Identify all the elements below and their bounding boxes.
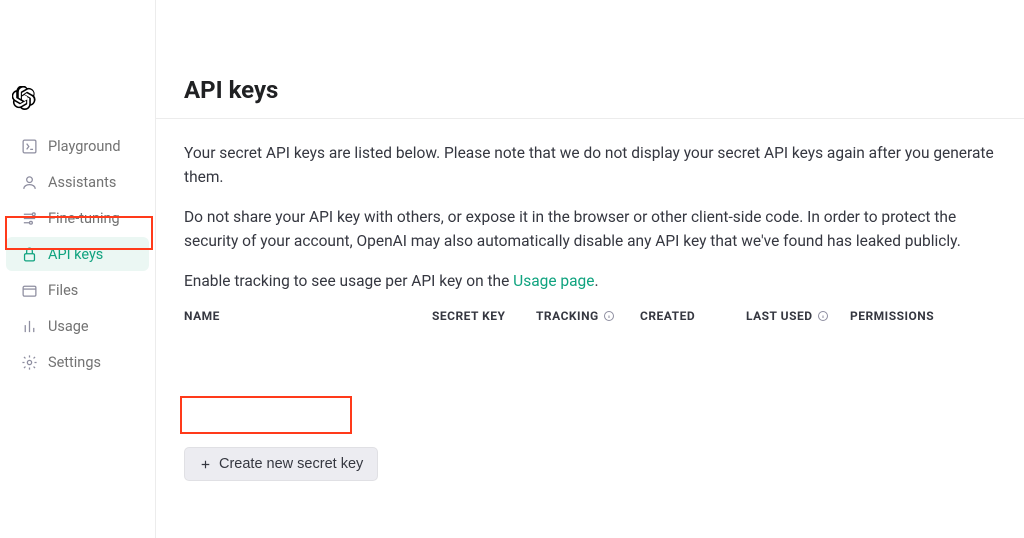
assistants-icon xyxy=(20,173,38,191)
sidebar-item-label: Files xyxy=(48,282,137,299)
sidebar-item-files[interactable]: Files xyxy=(6,273,149,307)
plus-icon xyxy=(199,458,212,471)
sidebar-item-label: Playground xyxy=(48,138,137,155)
sidebar: Playground Assistants Fine-tuning API ke… xyxy=(0,0,156,538)
description-3: Enable tracking to see usage per API key… xyxy=(184,269,996,293)
sidebar-item-label: Settings xyxy=(48,354,137,371)
create-new-secret-key-button[interactable]: Create new secret key xyxy=(184,447,378,481)
usage-icon xyxy=(20,317,38,335)
create-button-label: Create new secret key xyxy=(219,456,363,472)
sidebar-item-label: Usage xyxy=(48,318,137,335)
description-1: Your secret API keys are listed below. P… xyxy=(184,141,996,189)
table-header-tracking: TRACKING xyxy=(536,309,640,323)
table-header-row: NAME SECRET KEY TRACKING CREATED LAST US… xyxy=(184,309,996,323)
lastused-label: LAST USED xyxy=(746,309,813,323)
table-header-secret-key: SECRET KEY xyxy=(432,309,536,323)
sidebar-item-usage[interactable]: Usage xyxy=(6,309,149,343)
lock-icon xyxy=(20,245,38,263)
sidebar-item-fine-tuning[interactable]: Fine-tuning xyxy=(6,201,149,235)
sidebar-item-label: Fine-tuning xyxy=(48,210,137,227)
usage-page-link[interactable]: Usage page xyxy=(513,272,594,290)
sidebar-item-assistants[interactable]: Assistants xyxy=(6,165,149,199)
divider xyxy=(156,118,1024,119)
sidebar-item-label: API keys xyxy=(48,246,137,263)
desc3-suffix: . xyxy=(594,272,598,290)
desc3-prefix: Enable tracking to see usage per API key… xyxy=(184,272,513,290)
sidebar-item-settings[interactable]: Settings xyxy=(6,345,149,379)
gear-icon xyxy=(20,353,38,371)
page-title: API keys xyxy=(184,76,996,104)
main-content: API keys Your secret API keys are listed… xyxy=(156,0,1024,538)
table-header-name: NAME xyxy=(184,309,432,323)
tracking-label: TRACKING xyxy=(536,309,599,323)
info-icon[interactable] xyxy=(603,310,615,322)
playground-icon xyxy=(20,137,38,155)
fine-tuning-icon xyxy=(20,209,38,227)
logo[interactable] xyxy=(12,86,36,110)
description-2: Do not share your API key with others, o… xyxy=(184,205,996,253)
sidebar-item-playground[interactable]: Playground xyxy=(6,129,149,163)
openai-logo-icon xyxy=(12,86,36,110)
table-header-permissions: PERMISSIONS xyxy=(850,309,950,323)
info-icon[interactable] xyxy=(817,310,829,322)
sidebar-item-api-keys[interactable]: API keys xyxy=(6,237,149,271)
table-header-last-used: LAST USED xyxy=(746,309,850,323)
table-header-created: CREATED xyxy=(640,309,746,323)
files-icon xyxy=(20,281,38,299)
sidebar-item-label: Assistants xyxy=(48,174,137,191)
